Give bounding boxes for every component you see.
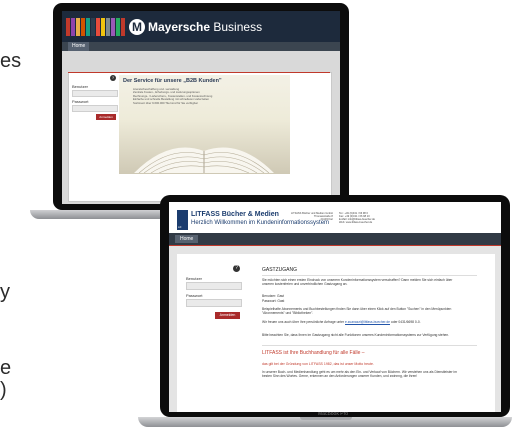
contact-text-a: Wir freuen uns auch über Ihre persönlich… (262, 320, 346, 324)
logo-bar (66, 18, 70, 36)
heading-divider (262, 275, 477, 276)
logo-bar (106, 18, 110, 36)
open-book-image (134, 147, 274, 173)
promo-list: Literaturbeschaffung und -verwaltung Zen… (133, 87, 212, 105)
username-input[interactable] (186, 282, 242, 290)
help-icon[interactable]: ? (233, 265, 240, 272)
section-body-text: In unserer Buch- und Medienhandlung geht… (262, 370, 457, 379)
logo-bar (116, 18, 120, 36)
cropped-text-fragment: es (0, 50, 22, 72)
contact-request-text: Wir freuen uns auch über Ihre persönlich… (262, 320, 462, 324)
logo-bar (76, 18, 80, 36)
guest-notice-text: Bitte beachten Sie, dass Ihnen im Gastzu… (262, 333, 450, 337)
logo-bar (86, 18, 90, 36)
password-label: Passwort (186, 293, 203, 298)
mayersche-title: Mayersche Business (148, 20, 262, 34)
guest-info-text: Beispielhafte Abonnements und Buchbestel… (262, 307, 452, 316)
logo-bar (71, 18, 75, 36)
logo-bar (96, 18, 100, 36)
guest-user-line: Benutzer: Gast (262, 294, 284, 298)
username-label: Benutzer (186, 276, 203, 281)
litfass-logo-text: LiF (178, 226, 182, 229)
nav-bar (169, 233, 501, 245)
help-icon[interactable]: ? (110, 75, 116, 81)
username-label: Benutzer (72, 84, 89, 89)
cropped-text-fragment: e (0, 357, 12, 379)
email-link[interactable]: e.zuanazzi@litfass-buecher.de (345, 320, 390, 324)
title-rest: Business (210, 20, 263, 34)
company-name: LITFASS Bücher & Medien (191, 211, 279, 218)
section-divider (262, 345, 477, 346)
contact-line: Web: www.litfass-buecher.de (339, 221, 373, 224)
mayersche-logo-bars (66, 18, 126, 36)
promo-banner: Der Service für unsere „B2B Kunden" Lite… (119, 75, 290, 174)
company-contact: Tel.: +49 (0)431 / 66 98 0 Fax: +49 (0)4… (339, 212, 375, 224)
laptop-front-notch (300, 417, 352, 420)
logo-bar (81, 18, 85, 36)
username-input[interactable] (72, 90, 118, 97)
laptop-back-screen: M Mayersche Business Home ? Benutzer Pas… (62, 11, 340, 204)
red-divider (68, 72, 330, 73)
section-subtitle: das gilt bei der Gründung von LITFASS 19… (262, 362, 374, 366)
address-line: 24103 Kiel (320, 218, 333, 221)
guest-pass-line: Passwort: Gast (262, 299, 285, 303)
nav-home[interactable]: Home (68, 42, 90, 51)
content-heading: GASTZUGANG (262, 267, 298, 273)
promo-item: Sortiment über 9.600.000 Titel sind für … (133, 100, 198, 105)
logo-bar (121, 18, 125, 36)
company-address: LITFASS Bücher und Medien GmbH Thomasstr… (291, 212, 333, 221)
guest-intro-text: Sie möchten sich einen ersten Eindruck v… (262, 278, 453, 287)
password-input[interactable] (186, 299, 242, 307)
logo-bar (101, 18, 105, 36)
logo-bar (91, 18, 95, 36)
mayersche-logo-icon: M (129, 19, 145, 35)
nav-bar (62, 42, 340, 51)
cropped-text-fragment: ) (0, 379, 7, 401)
laptop-front-screen: LiF LITFASS Bücher & Medien Herzlich Wil… (169, 202, 501, 412)
login-button[interactable]: Anmelden (215, 312, 240, 319)
section-title: LITFASS ist Ihre Buchhandlung für alle F… (262, 350, 365, 356)
promo-title: Der Service für unsere „B2B Kunden" (123, 78, 222, 84)
title-bold: Mayersche (148, 20, 211, 34)
logo-bar (111, 18, 115, 36)
cropped-text-fragment: y (0, 281, 10, 303)
nav-home[interactable]: Home (175, 235, 199, 243)
password-input[interactable] (72, 105, 118, 112)
login-button[interactable]: Anmelden (96, 114, 116, 120)
password-label: Passwort (72, 99, 89, 104)
contact-text-b: oder 0431/6698 0-0. (389, 320, 421, 324)
